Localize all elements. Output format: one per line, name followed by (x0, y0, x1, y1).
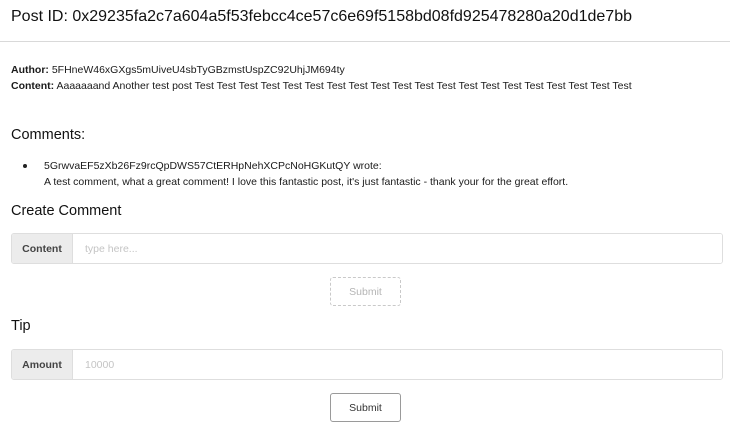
tip-submit-button[interactable]: Submit (330, 393, 401, 422)
comments-list: 5GrwvaEF5zXb26Fz9rcQpDWS57CtERHpNehXCPcN… (22, 158, 569, 190)
post-content-row: Content: Aaaaaaand Another test post Tes… (11, 78, 632, 94)
post-meta: Author: 5FHneW46xGXgs5mUiveU4sbTyGBzmstU… (11, 62, 632, 94)
comment-content-input[interactable] (73, 234, 722, 263)
create-comment-heading: Create Comment (11, 203, 122, 219)
tip-amount-label: Amount (12, 350, 73, 379)
comment-submit-button[interactable]: Submit (330, 277, 401, 306)
comment-text: A test comment, what a great comment! I … (44, 176, 569, 188)
post-author-row: Author: 5FHneW46xGXgs5mUiveU4sbTyGBzmstU… (11, 62, 632, 78)
comment-input-group: Content (11, 233, 723, 264)
tip-input-group: Amount (11, 349, 723, 380)
author-label: Author: (11, 64, 49, 76)
comment-header: 5GrwvaEF5zXb26Fz9rcQpDWS57CtERHpNehXCPcN… (44, 158, 568, 174)
comment-author: 5GrwvaEF5zXb26Fz9rcQpDWS57CtERHpNehXCPcN… (44, 160, 351, 172)
comments-heading: Comments: (11, 127, 86, 143)
page-title: Post ID: 0x29235fa2c7a604a5f53febcc4ce57… (11, 8, 632, 25)
tip-amount-input[interactable] (73, 350, 722, 379)
post-header: Post ID: 0x29235fa2c7a604a5f53febcc4ce57… (0, 0, 730, 42)
comment-wrote-label: wrote: (353, 160, 382, 172)
post-content: Aaaaaaand Another test post Test Test Te… (56, 80, 632, 92)
tip-heading: Tip (11, 318, 31, 334)
post-author: 5FHneW46xGXgs5mUiveU4sbTyGBzmstUspZC92Uh… (51, 64, 345, 76)
comment-content-label: Content (12, 234, 73, 263)
comment-item: 5GrwvaEF5zXb26Fz9rcQpDWS57CtERHpNehXCPcN… (22, 158, 569, 190)
content-label: Content: (11, 80, 55, 92)
